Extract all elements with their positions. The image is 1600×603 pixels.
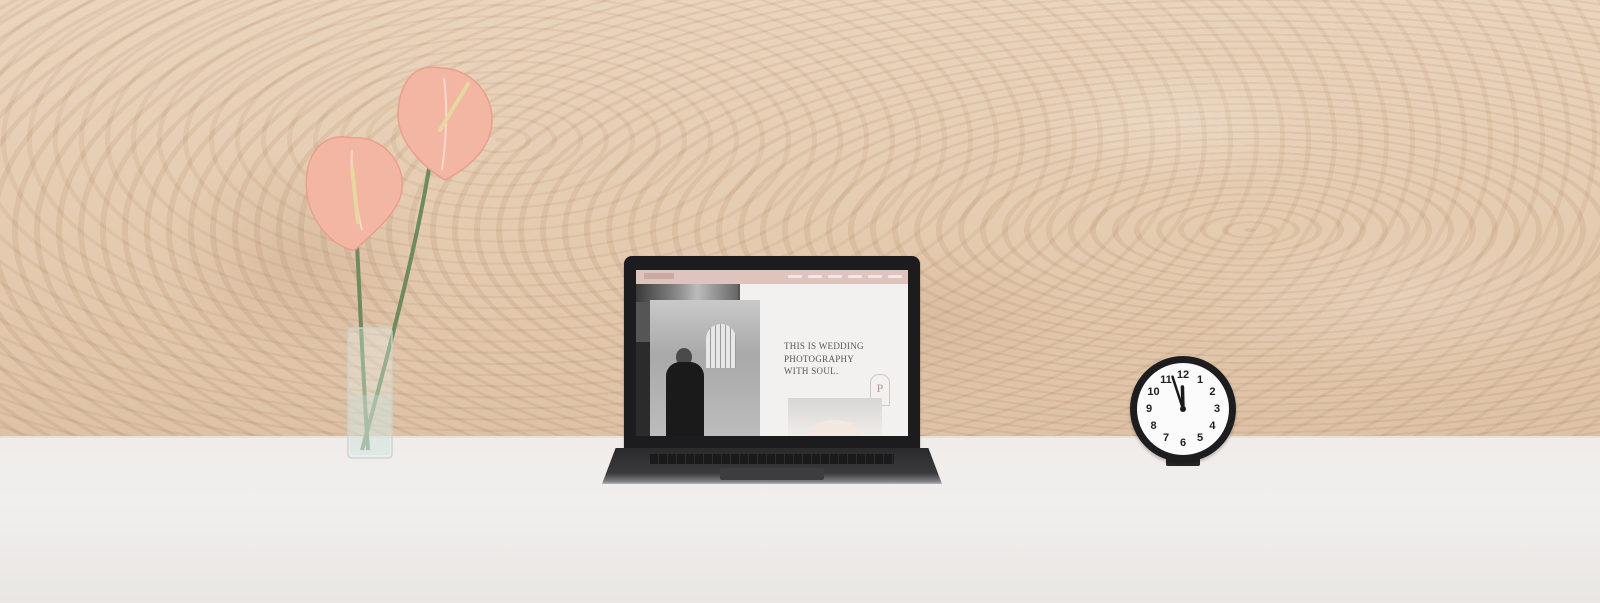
desk-scene: THIS IS WEDDING PHOTOGRAPHY WITH SOUL. P… — [0, 0, 1600, 603]
clock-hands — [1171, 375, 1186, 412]
clock-center-pin — [1180, 406, 1186, 412]
